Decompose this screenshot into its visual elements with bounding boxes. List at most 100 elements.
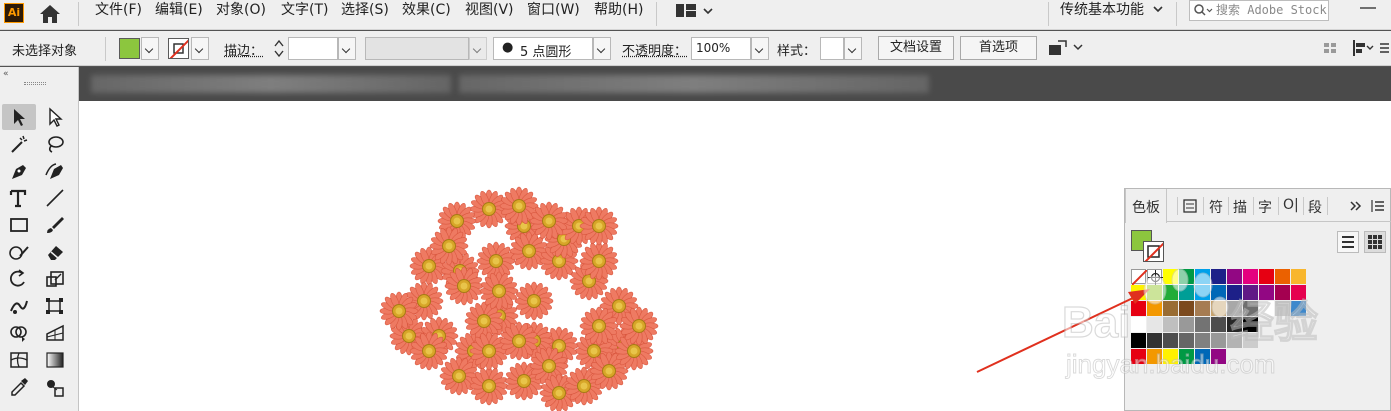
preferences-button[interactable]: 首选项: [960, 36, 1037, 60]
brush-definition-field[interactable]: ● 5 点圆形: [493, 37, 593, 60]
flower[interactable]: [409, 331, 449, 371]
panel-menu-icon[interactable]: [1378, 37, 1390, 59]
gradient-tool[interactable]: [38, 347, 72, 373]
color-swatch[interactable]: [1259, 301, 1274, 316]
flower[interactable]: [579, 206, 619, 246]
color-swatch[interactable]: [1211, 285, 1226, 300]
color-swatch[interactable]: [1291, 285, 1306, 300]
stroke-dropdown[interactable]: [191, 37, 209, 60]
fill-color-swatch[interactable]: [119, 38, 140, 59]
color-swatch[interactable]: [1131, 333, 1146, 348]
color-swatch[interactable]: [1195, 269, 1210, 284]
selection-tool[interactable]: [2, 104, 36, 130]
graphic-style-dropdown[interactable]: [844, 37, 862, 60]
flower[interactable]: [439, 356, 479, 396]
arrange-documents-icon[interactable]: [668, 1, 724, 21]
document-tab[interactable]: [459, 75, 929, 93]
color-swatch[interactable]: [1163, 269, 1178, 284]
flower[interactable]: [499, 321, 539, 361]
tab-swatches[interactable]: 色板: [1125, 189, 1167, 223]
flower[interactable]: [379, 291, 419, 331]
graphic-style-swatch[interactable]: [820, 37, 844, 60]
flower[interactable]: [476, 241, 516, 281]
flower[interactable]: [469, 366, 509, 406]
align-grid-icon[interactable]: [1322, 37, 1338, 59]
brushes-icon[interactable]: [1183, 199, 1197, 213]
color-swatch[interactable]: [1291, 269, 1306, 284]
list-view-button[interactable]: [1337, 231, 1359, 253]
brush-dropdown[interactable]: [593, 37, 611, 60]
profile-dropdown[interactable]: [469, 37, 487, 60]
expand-panels-icon[interactable]: [1349, 200, 1363, 212]
color-swatch[interactable]: [1179, 269, 1194, 284]
lasso-tool[interactable]: [38, 131, 72, 157]
free-transform-tool[interactable]: [38, 293, 72, 319]
tab-paragraph[interactable]: 段: [1308, 197, 1322, 217]
stroke-label[interactable]: 描边：: [224, 40, 263, 59]
stroke-color-swatch[interactable]: [168, 38, 189, 59]
color-swatch[interactable]: [1147, 301, 1162, 316]
color-swatch[interactable]: [1195, 301, 1210, 316]
registration-swatch[interactable]: [1147, 269, 1163, 285]
color-swatch[interactable]: [1227, 269, 1242, 284]
color-swatch[interactable]: [1163, 317, 1178, 332]
flower[interactable]: [619, 306, 659, 346]
color-swatch[interactable]: [1243, 317, 1258, 332]
none-swatch[interactable]: [1131, 269, 1148, 286]
type-tool[interactable]: [2, 185, 36, 211]
color-swatch[interactable]: [1275, 301, 1290, 316]
color-swatch[interactable]: [1259, 285, 1274, 300]
opacity-field[interactable]: 100%: [691, 37, 751, 60]
flower[interactable]: [529, 201, 569, 241]
chevron-down-icon[interactable]: [1152, 4, 1164, 14]
color-swatch[interactable]: [1195, 317, 1210, 332]
menu-effect[interactable]: 效果(C): [402, 0, 451, 20]
stroke-weight-dropdown[interactable]: [338, 37, 356, 60]
scale-tool[interactable]: [38, 266, 72, 292]
menu-view[interactable]: 视图(V): [465, 0, 514, 20]
color-swatch[interactable]: [1131, 301, 1146, 316]
color-swatch[interactable]: [1147, 349, 1162, 364]
flower[interactable]: [429, 226, 469, 266]
menu-select[interactable]: 选择(S): [341, 0, 389, 20]
adobe-stock-search-input[interactable]: 搜索 Adobe Stock: [1189, 0, 1329, 21]
color-swatch[interactable]: [1211, 317, 1226, 332]
flower[interactable]: [479, 271, 519, 311]
color-swatch[interactable]: [1163, 349, 1178, 364]
stroke-weight-field[interactable]: [288, 37, 338, 60]
direct-selection-tool[interactable]: [38, 104, 72, 130]
color-swatch[interactable]: [1243, 333, 1258, 348]
menu-window[interactable]: 窗口(W): [527, 0, 580, 20]
color-swatch[interactable]: [1195, 349, 1210, 364]
color-swatch[interactable]: [1163, 333, 1178, 348]
panel-stroke-swatch[interactable]: [1143, 241, 1164, 262]
color-swatch[interactable]: [1147, 333, 1162, 348]
rotate-tool[interactable]: [2, 266, 36, 292]
menu-object[interactable]: 对象(O): [216, 0, 266, 20]
line-segment-tool[interactable]: [38, 185, 72, 211]
color-swatch[interactable]: [1211, 269, 1226, 284]
color-swatch[interactable]: [1211, 333, 1226, 348]
color-swatch[interactable]: [1211, 301, 1226, 316]
menu-type[interactable]: 文字(T): [281, 0, 328, 20]
color-swatch[interactable]: [1259, 269, 1274, 284]
panel-menu-icon[interactable]: [1371, 199, 1385, 213]
color-swatch[interactable]: [1179, 285, 1194, 300]
color-swatch[interactable]: [1179, 301, 1194, 316]
blend-tool[interactable]: [38, 374, 72, 400]
workspace-switcher[interactable]: 传统基本功能: [1060, 0, 1144, 20]
color-swatch[interactable]: [1243, 285, 1258, 300]
variable-width-profile[interactable]: [365, 37, 469, 60]
collapse-panel-icon[interactable]: «: [3, 69, 9, 79]
color-swatch[interactable]: [1243, 301, 1258, 316]
rectangle-tool[interactable]: [2, 212, 36, 238]
color-swatch[interactable]: [1131, 285, 1146, 300]
tab-stroke[interactable]: 描: [1233, 197, 1247, 217]
panel-grip[interactable]: [24, 82, 46, 85]
color-swatch[interactable]: [1131, 317, 1146, 332]
tab-character[interactable]: 字: [1258, 197, 1272, 217]
color-swatch[interactable]: [1163, 301, 1178, 316]
color-swatch[interactable]: [1291, 301, 1306, 316]
color-swatch[interactable]: [1227, 333, 1242, 348]
thumbnail-view-button[interactable]: [1364, 231, 1386, 253]
